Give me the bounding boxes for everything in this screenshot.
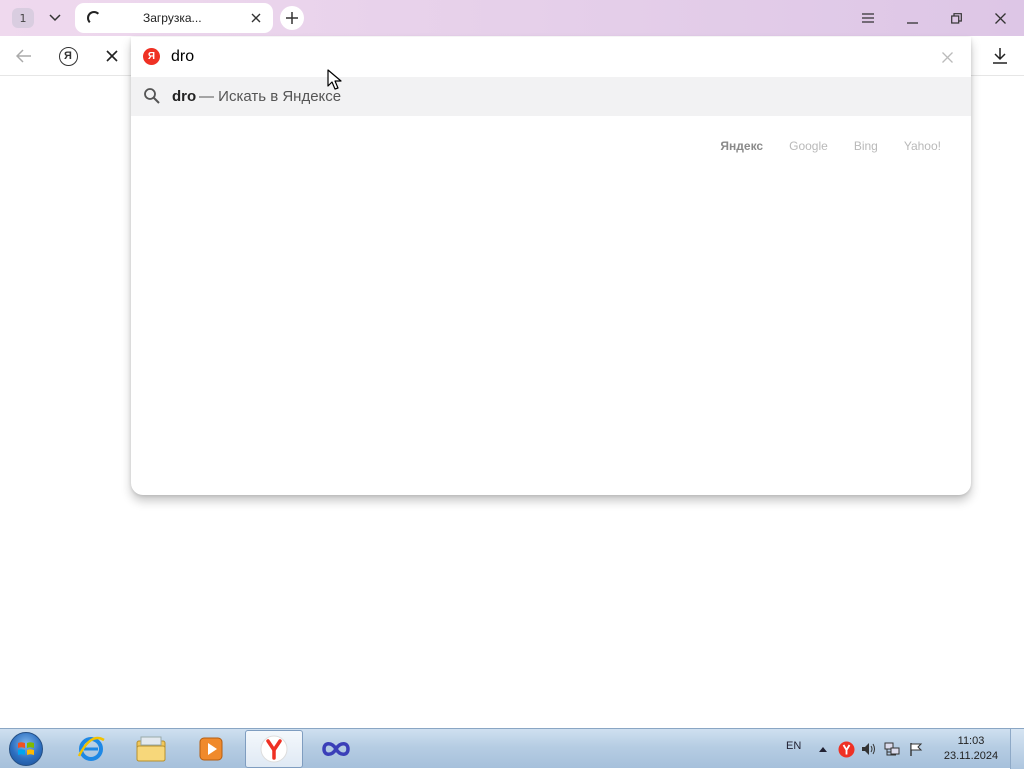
yandex-logo-icon: Я [58, 46, 78, 66]
tray-action-center[interactable] [907, 740, 925, 758]
close-icon [994, 12, 1006, 24]
show-hidden-icons-button[interactable] [814, 740, 832, 758]
speaker-icon [862, 743, 875, 755]
close-icon [251, 13, 261, 23]
close-icon [941, 51, 953, 63]
arrow-left-icon [16, 49, 31, 63]
tab-strip: 1 Загрузка... [0, 0, 1024, 36]
hamburger-menu-icon [862, 13, 874, 23]
download-icon [993, 48, 1007, 64]
tray-yandex[interactable] [837, 740, 855, 758]
tab-close-button[interactable] [247, 9, 265, 27]
infinity-icon [322, 742, 350, 756]
browser-menu-button[interactable] [851, 4, 885, 32]
yandex-browser-icon [260, 735, 288, 763]
tray-volume[interactable] [860, 740, 878, 758]
system-clock[interactable]: 11:03 23.11.2024 [936, 734, 1006, 764]
yandex-home-button[interactable]: Я [54, 42, 82, 70]
tray-network[interactable] [883, 740, 901, 758]
downloads-button[interactable] [986, 42, 1014, 70]
back-button[interactable] [10, 42, 38, 70]
taskbar-file-explorer[interactable] [122, 730, 180, 768]
windows-taskbar: EN 11:03 23.11.2024 [0, 728, 1024, 769]
omnibox: Я [131, 37, 971, 77]
clock-time: 11:03 [957, 735, 985, 747]
yandex-tray-icon [838, 741, 854, 757]
restore-icon [950, 12, 962, 24]
minimize-button[interactable] [895, 4, 929, 32]
restore-button[interactable] [939, 4, 973, 32]
stop-loading-button[interactable] [98, 42, 126, 70]
start-button[interactable] [6, 730, 46, 768]
language-indicator[interactable]: EN [786, 740, 801, 752]
plus-icon [286, 12, 298, 24]
minimize-icon [906, 21, 918, 24]
close-icon [106, 50, 118, 62]
suggestion-query: dro [172, 88, 197, 105]
engine-bing[interactable]: Bing [854, 139, 878, 153]
media-player-icon [199, 737, 223, 761]
chevron-up-icon [819, 747, 827, 752]
tab-count-badge[interactable]: 1 [12, 8, 34, 28]
close-window-button[interactable] [983, 4, 1017, 32]
new-tab-button[interactable] [280, 6, 304, 30]
active-tab[interactable]: Загрузка... [75, 3, 273, 33]
folder-icon [136, 736, 166, 762]
suggestion-description: — Искать в Яндексе [199, 88, 342, 105]
network-icon [884, 742, 900, 755]
taskbar-yandex-browser[interactable] [245, 730, 303, 768]
tab-title: Загрузка... [143, 11, 202, 25]
mouse-cursor-icon [327, 69, 342, 90]
windows-logo-icon [9, 732, 43, 766]
address-input[interactable] [171, 45, 871, 69]
search-icon [144, 88, 160, 104]
chevron-down-icon [49, 14, 61, 22]
loading-spinner-icon [87, 11, 101, 25]
taskbar-internet-explorer[interactable] [62, 730, 120, 768]
engine-yahoo[interactable]: Yahoo! [904, 139, 941, 153]
clear-input-button[interactable] [937, 47, 957, 67]
omnibox-dropdown: Я dro — Искать в Яндексе Яндекс Google B… [131, 37, 971, 495]
clock-date: 23.11.2024 [943, 750, 999, 762]
yandex-favicon-icon: Я [143, 48, 160, 65]
tab-list-button[interactable] [40, 4, 70, 32]
engine-google[interactable]: Google [789, 139, 828, 153]
flag-icon [910, 742, 923, 756]
taskbar-infinity-app[interactable] [307, 730, 365, 768]
taskbar-media-player[interactable] [182, 730, 240, 768]
engine-yandex[interactable]: Яндекс [720, 139, 763, 153]
suggestion-item[interactable]: dro — Искать в Яндексе [131, 77, 971, 116]
search-engine-switcher: Яндекс Google Bing Yahoo! [694, 139, 941, 153]
show-desktop-button[interactable] [1010, 729, 1024, 769]
ie-icon [77, 736, 105, 761]
